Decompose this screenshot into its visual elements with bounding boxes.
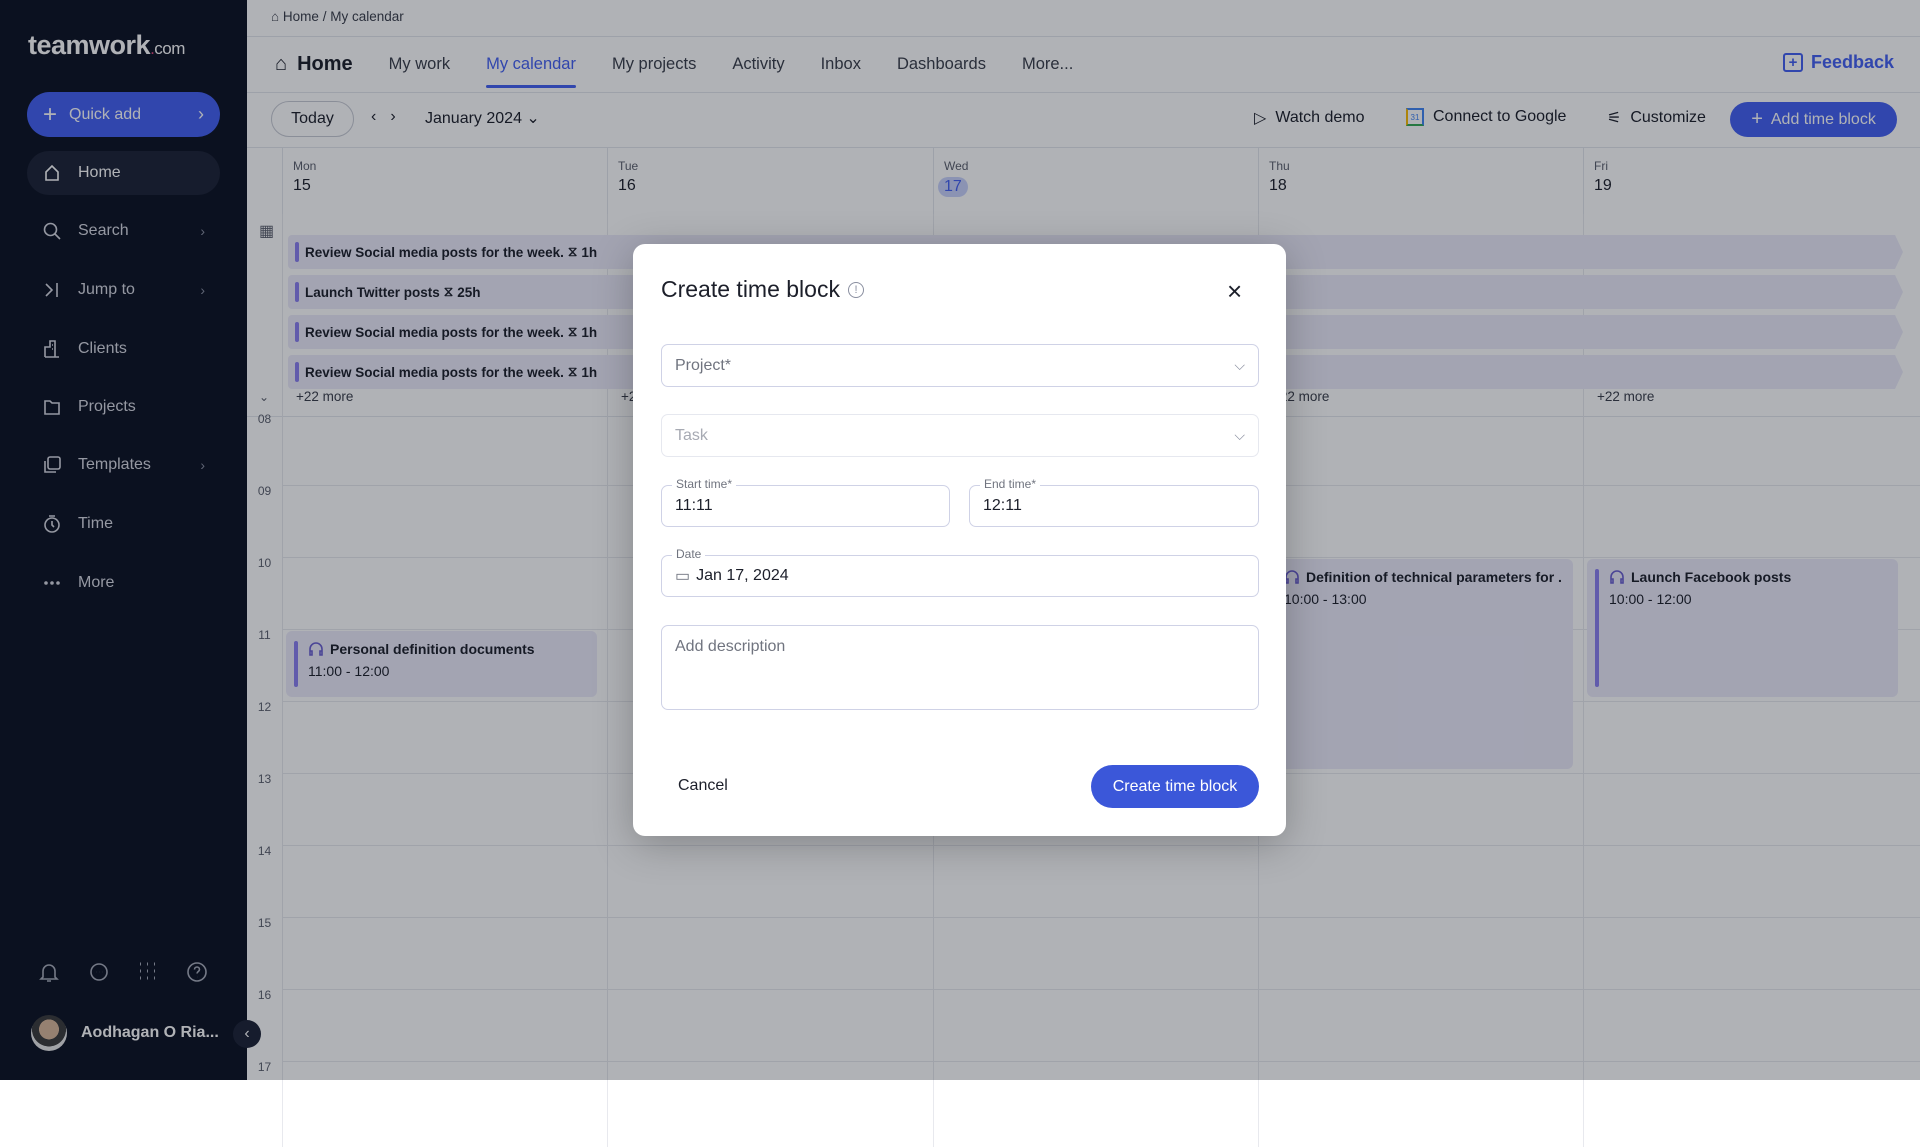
cancel-button[interactable]: Cancel	[678, 777, 728, 795]
calendar-icon: ▭	[675, 568, 691, 585]
create-time-block-modal: Create time block! × Project* ⌵ Task ⌵ Sta…	[633, 244, 1286, 836]
description-textarea[interactable]: Add description	[661, 625, 1259, 710]
start-time-field[interactable]: Start time* 11:11	[661, 477, 950, 527]
end-time-field[interactable]: End time* 12:11	[969, 477, 1259, 527]
modal-title: Create time block!	[661, 276, 864, 303]
chevron-down-icon: ⌵	[1234, 357, 1245, 373]
project-select[interactable]: Project* ⌵	[661, 344, 1259, 387]
date-field[interactable]: Date ▭ Jan 17, 2024	[661, 547, 1259, 597]
chevron-down-icon: ⌵	[1234, 427, 1245, 443]
close-icon[interactable]: ×	[1227, 278, 1242, 304]
create-time-block-button[interactable]: Create time block	[1091, 765, 1259, 808]
task-select[interactable]: Task ⌵	[661, 414, 1259, 457]
info-icon[interactable]: !	[847, 281, 864, 298]
